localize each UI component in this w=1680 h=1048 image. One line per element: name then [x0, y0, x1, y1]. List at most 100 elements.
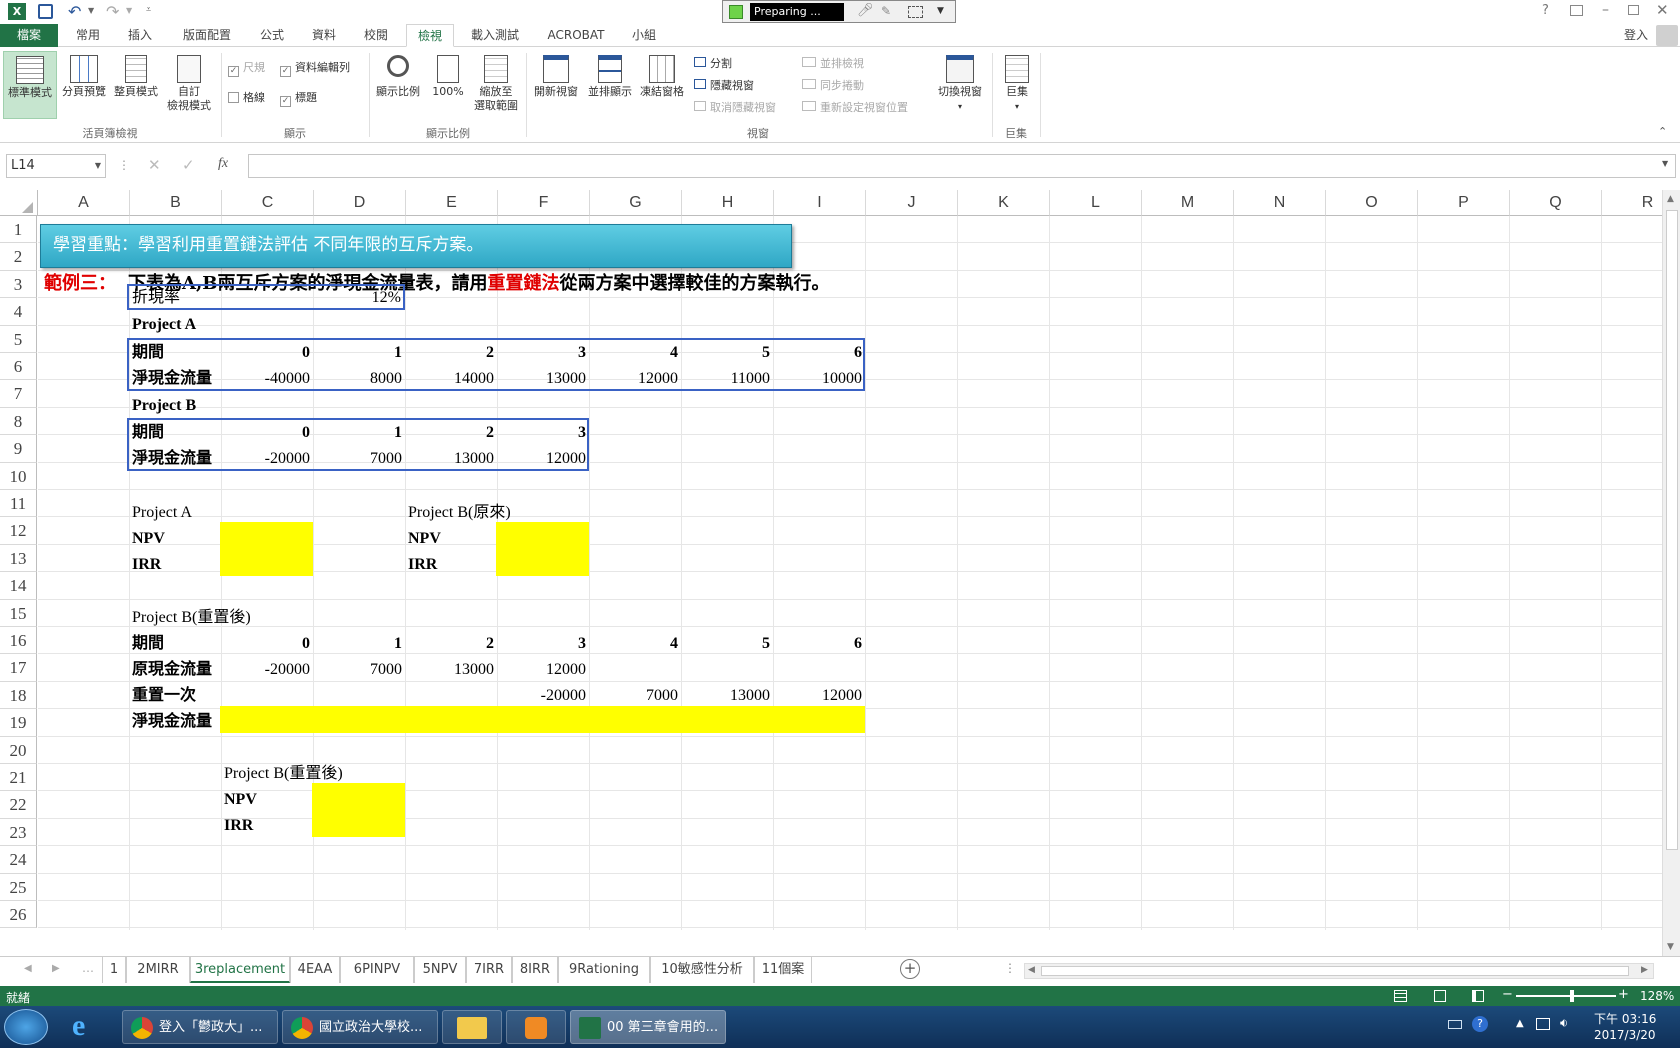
formula-bar-checkbox[interactable]: ✓ 資料編輯列 [280, 59, 350, 77]
sheet-tab-1[interactable]: 1 [102, 957, 126, 983]
replacement-reset-flow-cell[interactable]: 12000 [774, 682, 862, 709]
clock-time[interactable]: 下午 03:16 [1594, 1010, 1656, 1027]
project-b-flow-cell[interactable]: 13000 [406, 445, 494, 472]
project-b-flow-cell[interactable]: -20000 [222, 445, 310, 472]
undo-icon[interactable]: ↶ [68, 2, 81, 21]
formula-input[interactable] [248, 154, 1676, 178]
column-header-d[interactable]: D [314, 190, 406, 216]
customize-qat-icon[interactable]: ⩡ [146, 5, 151, 15]
project-b-period-cell[interactable]: 1 [314, 419, 402, 446]
replacement-period-cell[interactable]: 3 [498, 630, 586, 657]
project-a-period-cell[interactable]: 5 [682, 339, 770, 366]
project-a-period-cell[interactable]: 2 [406, 339, 494, 366]
project-b-period-cell[interactable]: 3 [498, 419, 586, 446]
column-header-o[interactable]: O [1326, 190, 1418, 216]
column-header-n[interactable]: N [1234, 190, 1326, 216]
column-header-l[interactable]: L [1050, 190, 1142, 216]
tab-page-layout[interactable]: 版面配置 [172, 24, 242, 47]
network-icon[interactable] [1536, 1018, 1550, 1030]
sheet-tab-2[interactable]: 2MIRR [126, 957, 190, 983]
row-header-10[interactable]: 10 [0, 462, 37, 490]
page-break-preview-button[interactable]: 分頁預覽 [58, 55, 110, 99]
sync-scroll-button[interactable]: 同步捲動 [802, 77, 864, 93]
normal-view-status-icon[interactable] [1394, 990, 1407, 1002]
replacement-period-cell[interactable]: 5 [682, 630, 770, 657]
replacement-reset-flow-cell[interactable]: 13000 [682, 682, 770, 709]
view-side-by-side-button[interactable]: 並排檢視 [802, 55, 864, 71]
column-header-p[interactable]: P [1418, 190, 1510, 216]
ribbon-display-icon[interactable] [1570, 5, 1583, 16]
sheet-tab-4[interactable]: 4EAA [290, 957, 340, 983]
final-answer-cells[interactable] [312, 783, 405, 837]
row-header-7[interactable]: 7 [0, 380, 37, 408]
zoom-to-selection-button[interactable]: 縮放至 選取範圍 [470, 55, 522, 113]
horizontal-scrollbar[interactable]: ◀ ▶ [1024, 963, 1654, 979]
column-header-b[interactable]: B [130, 190, 222, 216]
tab-split-handle-icon[interactable]: ⋮ [1004, 961, 1016, 975]
split-button[interactable]: 分割 [694, 55, 732, 71]
replacement-net-flow-cells[interactable] [220, 706, 865, 733]
row-header-16[interactable]: 16 [0, 627, 37, 655]
microphone-icon[interactable]: 🎤︎ [857, 3, 874, 18]
sign-in-link[interactable]: 登入 [1616, 24, 1656, 47]
recorder-menu-icon[interactable]: ▼ [937, 6, 944, 16]
sheet-tab-10[interactable]: 10敏感性分析 [650, 957, 754, 983]
restore-button[interactable] [1628, 5, 1639, 15]
zoom-level[interactable]: 128% [1640, 989, 1674, 1003]
replacement-reset-flow-cell[interactable]: -20000 [498, 682, 586, 709]
row-header-24[interactable]: 24 [0, 846, 37, 874]
project-a-flow-cell[interactable]: 10000 [774, 365, 862, 392]
close-button[interactable]: ✕ [1656, 1, 1669, 19]
start-button[interactable] [4, 1009, 48, 1045]
project-a-flow-cell[interactable]: -40000 [222, 365, 310, 392]
replacement-orig-flow-cell[interactable]: 12000 [498, 656, 586, 683]
scroll-left-icon[interactable]: ◀ [1028, 965, 1035, 975]
tab-team[interactable]: 小組 [622, 24, 666, 47]
enter-icon[interactable]: ✓ [182, 156, 195, 174]
column-header-a[interactable]: A [38, 190, 130, 216]
replacement-period-cell[interactable]: 1 [314, 630, 402, 657]
replacement-period-cell[interactable]: 4 [590, 630, 678, 657]
taskbar-chrome-1[interactable]: 登入「鬱政大」... [122, 1010, 278, 1044]
camera-off-icon[interactable]: ✎ [881, 4, 891, 18]
keyboard-icon[interactable] [1448, 1020, 1462, 1029]
sheet-tab-11[interactable]: 11個案 [754, 957, 812, 983]
scroll-right-icon[interactable]: ▶ [1641, 965, 1648, 975]
sheet-tab-8[interactable]: 8IRR [512, 957, 558, 983]
row-header-9[interactable]: 9 [0, 435, 37, 463]
replacement-period-cell[interactable]: 6 [774, 630, 862, 657]
headings-checkbox[interactable]: ✓ 標題 [280, 89, 317, 107]
tab-review[interactable]: 校閱 [354, 24, 398, 47]
zoom-out-button[interactable]: − [1502, 987, 1513, 1002]
taskbar-excel[interactable]: 00 第三章會用的... [570, 1010, 726, 1044]
zoom-100-button[interactable]: 100% [426, 55, 470, 99]
project-a-period-cell[interactable]: 3 [498, 339, 586, 366]
sheet-tab-7[interactable]: 7IRR [466, 957, 512, 983]
normal-view-button[interactable]: 標準模式 [3, 51, 57, 119]
collapse-ribbon-icon[interactable]: ⌃ [1658, 125, 1667, 138]
sheet-prev-icon[interactable]: ◀ [24, 963, 32, 974]
sheet-tab-9[interactable]: 9Rationing [558, 957, 650, 983]
zoom-slider-thumb[interactable] [1570, 990, 1574, 1002]
reset-window-position-button[interactable]: 重新設定視窗位置 [802, 99, 908, 115]
sheet-tab-6[interactable]: 5NPV [414, 957, 466, 983]
tab-view[interactable]: 檢視 [406, 24, 454, 47]
new-sheet-button[interactable]: + [900, 959, 920, 979]
tab-insert[interactable]: 插入 [118, 24, 162, 47]
project-a-period-cell[interactable]: 6 [774, 339, 862, 366]
tab-home[interactable]: 常用 [66, 24, 110, 47]
macros-button[interactable]: 巨集 ▾ [996, 55, 1038, 114]
project-a-flow-cell[interactable]: 11000 [682, 365, 770, 392]
column-header-k[interactable]: K [958, 190, 1050, 216]
replacement-period-cell[interactable]: 0 [222, 630, 310, 657]
row-header-22[interactable]: 22 [0, 791, 37, 819]
replacement-reset-flow-cell[interactable]: 7000 [590, 682, 678, 709]
project-a-flow-cell[interactable]: 14000 [406, 365, 494, 392]
region-select-icon[interactable] [908, 6, 923, 18]
name-box-dropdown-icon[interactable]: ▼ [95, 155, 101, 177]
sheet-ellipsis-icon[interactable]: … [82, 961, 94, 975]
result-b-answer-cells[interactable] [496, 522, 589, 576]
row-header-25[interactable]: 25 [0, 873, 37, 901]
hide-window-button[interactable]: 隱藏視窗 [694, 77, 754, 93]
row-header-13[interactable]: 13 [0, 544, 37, 573]
